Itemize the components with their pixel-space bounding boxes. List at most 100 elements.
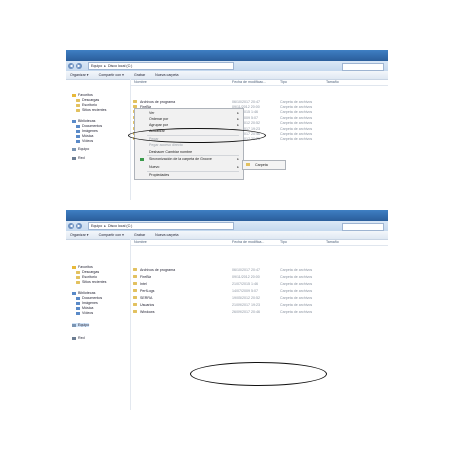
file-row[interactable]: FireBiz 09/11/2012 20:00 Carpeta de archiv…: [130, 274, 388, 279]
sidebar-item-label: Bibliotecas: [78, 119, 96, 123]
network-icon: [72, 156, 76, 160]
submenu-arrow-icon: ▸: [237, 111, 239, 115]
burn-button[interactable]: Grabar: [134, 73, 145, 77]
forward-icon[interactable]: ▶: [76, 223, 82, 229]
submenu-arrow-icon: ▸: [237, 123, 239, 127]
sidebar-item-8[interactable]: Vídeos: [76, 311, 93, 315]
breadcrumb-separator: ▸: [104, 64, 107, 68]
column-name[interactable]: Nombre: [134, 80, 147, 84]
forward-icon[interactable]: ▶: [76, 63, 82, 69]
column-date[interactable]: Fecha de modificac...: [232, 80, 266, 84]
sidebar-item-4[interactable]: Bibliotecas: [72, 291, 95, 295]
column-name[interactable]: Nombre: [134, 240, 147, 244]
context-menu-item-0[interactable]: Ver: [149, 111, 154, 115]
file-row[interactable]: Archivos de programa 06/10/2017 20:47 Carp…: [130, 267, 388, 272]
share-button[interactable]: Compartir con ▾: [99, 73, 124, 77]
breadcrumb-disco[interactable]: Disco local (C:): [108, 63, 132, 69]
column-type[interactable]: Tipo: [280, 80, 287, 84]
sidebar-item-label: Música: [82, 134, 94, 138]
file-name: Usuarios: [140, 302, 155, 307]
sidebar-item-label: Sitios recientes: [82, 280, 107, 284]
column-type[interactable]: Tipo: [280, 240, 287, 244]
folder-icon: [76, 108, 80, 112]
context-menu-item-7[interactable]: Sincronización de la carpeta de Groove: [149, 157, 212, 161]
new-folder-button[interactable]: Nueva carpeta: [155, 73, 178, 77]
breadcrumb[interactable]: Equipo ▸ Disco local (C:): [88, 62, 234, 70]
sidebar-item-2[interactable]: Escritorio: [76, 275, 97, 279]
sidebar-item-7[interactable]: Música: [76, 134, 93, 138]
file-type: Carpeta de archivos: [280, 274, 313, 279]
search-input[interactable]: [342, 63, 384, 71]
back-icon[interactable]: ◀: [68, 63, 74, 69]
title-bar: [66, 50, 388, 61]
organize-button[interactable]: Organizar ▾: [70, 233, 89, 237]
sidebar-item-6[interactable]: Imágenes: [76, 129, 98, 133]
submenu-item-carpeta[interactable]: Carpeta: [255, 163, 268, 167]
organize-button[interactable]: Organizar ▾: [70, 73, 89, 77]
sidebar-item-label: Imágenes: [82, 129, 98, 133]
file-row[interactable]: Archivos de programa 06/10/2017 20:47 Carp…: [130, 99, 388, 104]
context-menu-item-2[interactable]: Agrupar por: [149, 123, 168, 127]
file-type: Carpeta de archivos: [280, 99, 313, 104]
sidebar-item-4[interactable]: Bibliotecas: [72, 119, 95, 123]
library-icon: [76, 301, 80, 305]
folder-icon: [76, 103, 80, 107]
column-size[interactable]: Tamaño: [326, 240, 339, 244]
sidebar-item-0[interactable]: Favoritos: [72, 93, 93, 97]
sidebar-item-2[interactable]: Escritorio: [76, 103, 97, 107]
file-date: 09/11/2012 20:00: [232, 274, 260, 279]
search-input[interactable]: [342, 223, 384, 231]
file-date: 26/09/2017 20:46: [232, 309, 260, 314]
file-type: Carpeta de archivos: [280, 267, 313, 272]
sidebar-item-3[interactable]: Sitios recientes: [76, 280, 106, 284]
context-menu-item-9[interactable]: Propiedades: [149, 173, 169, 177]
sidebar-item-0[interactable]: Favoritos: [72, 265, 93, 269]
annotation-circle-new-menu: [190, 362, 327, 386]
breadcrumb[interactable]: Equipo ▸ Disco local (C:): [88, 222, 234, 230]
sidebar-item-3[interactable]: Sitios recientes: [76, 108, 106, 112]
folder-icon: [133, 267, 137, 271]
sidebar-item-10[interactable]: Red: [72, 156, 85, 160]
new-folder-button[interactable]: Nueva carpeta: [155, 233, 178, 237]
column-size[interactable]: Tamaño: [326, 80, 339, 84]
sidebar-item-5[interactable]: Documentos: [76, 296, 102, 300]
star-icon: [72, 93, 76, 97]
folder-icon: [133, 281, 137, 285]
file-row[interactable]: Windows 26/09/2017 20:46 Carpeta de archiv…: [130, 309, 388, 314]
sidebar-item-label: Música: [82, 306, 94, 310]
file-name: SERRA: [140, 295, 153, 300]
file-row[interactable]: Usuarios 21/09/2017 19:23 Carpeta de archi…: [130, 302, 388, 307]
file-row[interactable]: PerfLogs 14/07/2009 5:07 Carpeta de archiv…: [130, 288, 388, 293]
breadcrumb-disco[interactable]: Disco local (C:): [108, 223, 132, 229]
context-menu-item-1[interactable]: Ordenar por: [149, 117, 168, 121]
context-menu-item-5: Pegar acceso directo: [149, 143, 183, 147]
file-date: 14/07/2009 5:07: [232, 288, 258, 293]
column-date[interactable]: Fecha de modifica...: [232, 240, 264, 244]
breadcrumb-equipo[interactable]: Equipo: [91, 223, 102, 229]
share-button[interactable]: Compartir con ▾: [99, 233, 124, 237]
sidebar-item-6[interactable]: Imágenes: [76, 301, 98, 305]
library-icon: [76, 124, 80, 128]
sidebar-item-7[interactable]: Música: [76, 306, 93, 310]
sidebar-item-label: Bibliotecas: [78, 291, 96, 295]
library-icon: [72, 291, 76, 295]
file-row[interactable]: Intel 21/07/2015 1:46 Carpeta de archivos: [130, 281, 388, 286]
breadcrumb-separator: ▸: [104, 224, 107, 228]
sidebar-item-9[interactable]: Equipo: [72, 323, 90, 327]
sidebar-item-1[interactable]: Descargas: [76, 98, 99, 102]
sidebar-item-8[interactable]: Vídeos: [76, 139, 93, 143]
sidebar-item-label: Vídeos: [82, 139, 94, 143]
sidebar-item-1[interactable]: Descargas: [76, 270, 99, 274]
breadcrumb-equipo[interactable]: Equipo: [91, 63, 102, 69]
sidebar-item-10[interactable]: Red: [72, 336, 85, 340]
context-menu-item-8[interactable]: Nuevo: [149, 165, 159, 169]
sidebar-item-9[interactable]: Equipo: [72, 147, 89, 151]
context-menu-item-6[interactable]: Deshacer Cambiar nombre: [149, 150, 192, 154]
file-name: Archivos de programa: [140, 267, 176, 272]
sidebar-item-label: Escritorio: [82, 275, 97, 279]
sidebar-item-5[interactable]: Documentos: [76, 124, 102, 128]
back-icon[interactable]: ◀: [68, 223, 74, 229]
sidebar-item-label: Sitios recientes: [82, 108, 107, 112]
burn-button[interactable]: Grabar: [134, 233, 145, 237]
file-row[interactable]: SERRA 19/05/2012 20:52 Carpeta de archivos: [130, 295, 388, 300]
